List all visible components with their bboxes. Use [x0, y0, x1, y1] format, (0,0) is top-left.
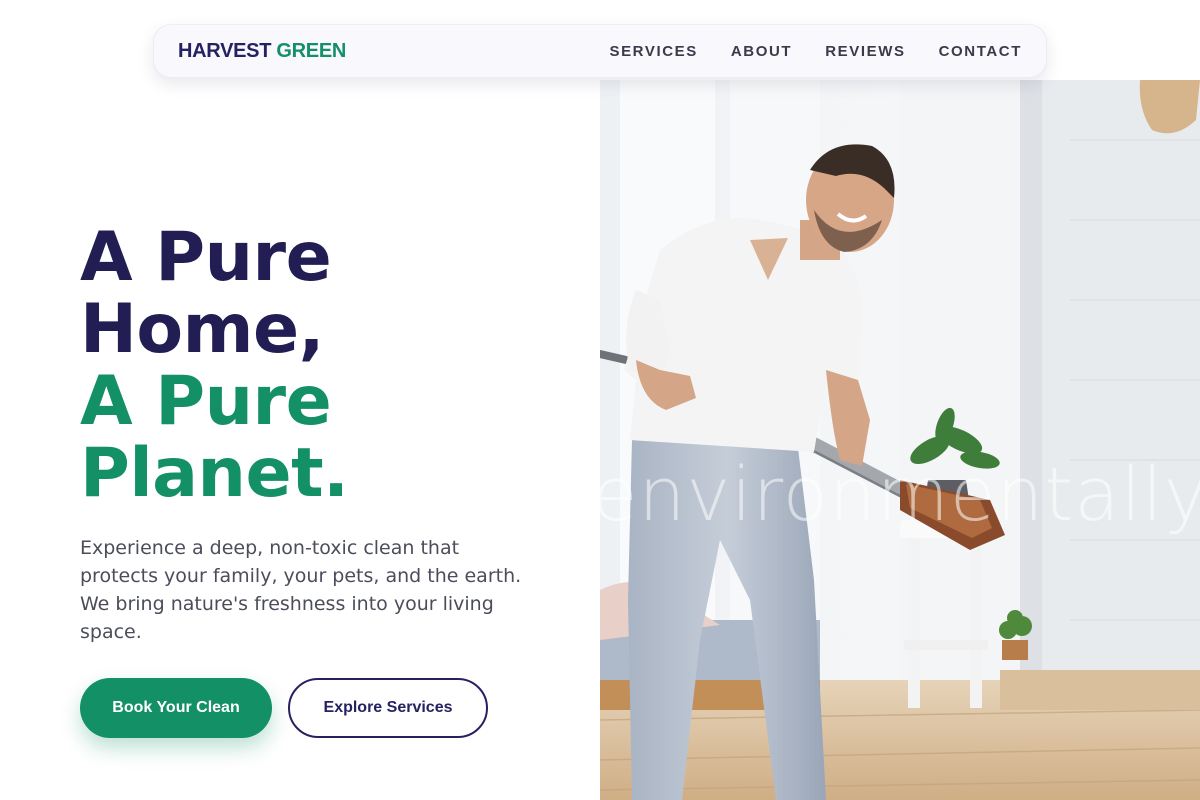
image-watermark: environmentally.lov: [600, 452, 1200, 538]
nav-link-reviews[interactable]: REVIEWS: [825, 43, 905, 60]
headline-line-1: A Pure: [80, 218, 332, 297]
headline-line-4: Planet.: [80, 434, 349, 513]
brand-name-part2: GREEN: [276, 39, 346, 62]
nav-links: SERVICES ABOUT REVIEWS CONTACT: [609, 43, 1022, 60]
explore-services-button[interactable]: Explore Services: [288, 678, 488, 738]
hero-image: environmentally.lov: [600, 80, 1200, 800]
landing-page: environmentally.lov HARVEST GREEN SERVIC…: [0, 0, 1200, 800]
hero-description: Experience a deep, non-toxic clean that …: [80, 537, 522, 643]
man-vacuuming-photo: [600, 80, 1200, 800]
nav-link-about[interactable]: ABOUT: [731, 43, 792, 60]
nav-link-services[interactable]: SERVICES: [609, 43, 697, 60]
headline-line-2: Home,: [80, 290, 324, 369]
hero-headline: A Pure Home, A Pure Planet.: [80, 222, 560, 510]
brand-logo[interactable]: HARVEST GREEN: [178, 40, 346, 63]
navbar: HARVEST GREEN SERVICES ABOUT REVIEWS CON…: [153, 24, 1047, 78]
brand-name-part1: HARVEST: [178, 39, 272, 62]
headline-line-3: A Pure: [80, 362, 332, 441]
nav-link-contact[interactable]: CONTACT: [939, 43, 1022, 60]
book-your-clean-button[interactable]: Book Your Clean: [80, 678, 272, 738]
